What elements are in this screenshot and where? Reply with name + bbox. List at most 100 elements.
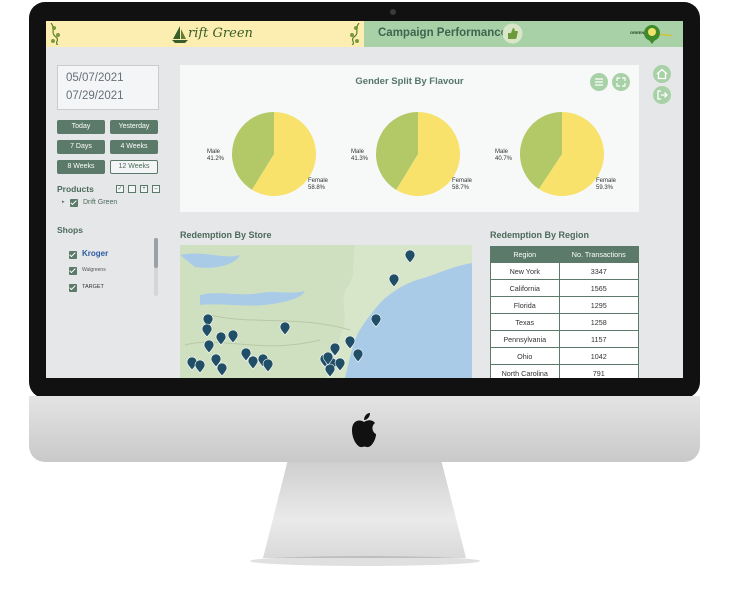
- store-pin[interactable]: [404, 249, 416, 264]
- transactions-cell: 1042: [558, 347, 639, 365]
- expand-button[interactable]: +: [140, 185, 148, 193]
- menu-button[interactable]: [590, 73, 608, 91]
- menu-icon: [595, 78, 603, 86]
- shops-scroll-thumb[interactable]: [154, 238, 158, 268]
- store-pin[interactable]: [203, 339, 215, 354]
- female-data-label: Female 58.7%: [452, 178, 473, 191]
- map-title: Redemption By Store: [180, 230, 272, 240]
- region-cell: Florida: [490, 296, 560, 314]
- male-data-label: Male 41.2%: [207, 149, 225, 162]
- region-cell: California: [490, 279, 560, 297]
- store-pin[interactable]: [227, 329, 239, 344]
- tree-expand-icon[interactable]: ▸: [62, 199, 65, 205]
- date-range-picker[interactable]: 05/07/2021 07/29/2021: [57, 65, 159, 110]
- store-pin[interactable]: [262, 358, 274, 373]
- chart-title: Gender Split By Flavour: [355, 76, 464, 87]
- product-checkbox[interactable]: [70, 199, 78, 207]
- store-pin[interactable]: [247, 355, 259, 370]
- fullscreen-icon: [616, 77, 626, 87]
- store-pin[interactable]: [279, 321, 291, 336]
- region-cell: Texas: [490, 313, 560, 331]
- table-row: North Carolina 791: [490, 364, 639, 378]
- column-header-region[interactable]: Region: [490, 246, 560, 263]
- store-pin[interactable]: [370, 313, 382, 328]
- title-bar: Campaign Performance GREEN: [364, 21, 683, 47]
- table-row: Florida 1295: [490, 296, 639, 314]
- region-cell: New York: [490, 262, 560, 280]
- product-item-label: Drift Green: [83, 199, 118, 206]
- store-pins: [186, 249, 416, 378]
- home-button[interactable]: [653, 65, 671, 83]
- target-logo: TARGET: [82, 284, 104, 290]
- yesterday-button[interactable]: Yesterday: [110, 120, 158, 134]
- transactions-cell: 1157: [558, 330, 639, 348]
- region-cell: North Carolina: [490, 364, 560, 378]
- 8-weeks-button[interactable]: 8 Weeks: [57, 160, 105, 174]
- 4-weeks-button[interactable]: 4 Weeks: [110, 140, 158, 154]
- male-data-label: Male 41.3%: [351, 149, 369, 162]
- logout-button[interactable]: [653, 86, 671, 104]
- store-pin[interactable]: [216, 362, 228, 377]
- store-pin[interactable]: [194, 359, 206, 374]
- female-data-label: Female 58.8%: [308, 178, 329, 191]
- select-all-checkbox[interactable]: ✓: [116, 185, 124, 193]
- logo-text: GREEN: [630, 30, 645, 35]
- apple-logo-icon: [352, 413, 376, 448]
- female-data-label: Female 59.3%: [596, 178, 617, 191]
- kroger-logo: Kroger: [82, 249, 109, 258]
- transactions-cell: 1295: [558, 296, 639, 314]
- vine-icon: [50, 23, 60, 45]
- shops-label: Shops: [57, 225, 83, 235]
- logout-icon: [657, 90, 668, 100]
- table-title: Redemption By Region: [490, 230, 590, 240]
- table-row: California 1565: [490, 279, 639, 297]
- today-button[interactable]: Today: [57, 120, 105, 134]
- transactions-cell: 791: [558, 364, 639, 378]
- table-row: Pennsylvania 1157: [490, 330, 639, 348]
- collapse-button[interactable]: –: [152, 185, 160, 193]
- store-pin[interactable]: [352, 348, 364, 363]
- sailboat-icon: [172, 26, 188, 43]
- shop-checkbox-target[interactable]: [69, 284, 77, 292]
- walgreens-logo: Walgreens: [82, 267, 106, 273]
- store-pin[interactable]: [201, 323, 213, 338]
- dashboard-screen: rift Green Campaign Performance GREEN 05…: [46, 21, 683, 378]
- region-cell: Pennsylvania: [490, 330, 560, 348]
- table-header-row: Region No. Transactions: [490, 246, 639, 263]
- store-pin[interactable]: [388, 273, 400, 288]
- table-row: Texas 1258: [490, 313, 639, 331]
- region-table: Region No. Transactions New York 3347 Cal…: [490, 246, 639, 378]
- page-title: Campaign Performance: [378, 27, 508, 39]
- header: rift Green Campaign Performance GREEN: [46, 21, 683, 47]
- vine-icon: [350, 23, 360, 45]
- transactions-cell: 1258: [558, 313, 639, 331]
- brand-bar: rift Green: [46, 21, 364, 47]
- products-label: Products: [57, 184, 94, 194]
- start-date: 05/07/2021: [66, 72, 124, 84]
- shop-checkbox-walgreens[interactable]: [69, 267, 77, 275]
- select-none-checkbox[interactable]: [128, 185, 136, 193]
- store-pin[interactable]: [334, 357, 346, 372]
- 12-weeks-button[interactable]: 12 Weeks: [110, 160, 158, 174]
- store-pin[interactable]: [215, 331, 227, 346]
- store-pin[interactable]: [344, 335, 356, 350]
- region-cell: Ohio: [490, 347, 560, 365]
- fullscreen-button[interactable]: [612, 73, 630, 91]
- brand-name: rift Green: [188, 26, 253, 41]
- thumbs-up-icon: [502, 23, 523, 44]
- transactions-cell: 3347: [558, 262, 639, 280]
- stand-shadow: [250, 556, 480, 566]
- transactions-cell: 1565: [558, 279, 639, 297]
- shop-checkbox-kroger[interactable]: [69, 251, 77, 259]
- column-header-transactions[interactable]: No. Transactions: [558, 246, 639, 263]
- male-data-label: Male 40.7%: [495, 149, 513, 162]
- store-pin[interactable]: [324, 363, 336, 378]
- camera: [390, 9, 396, 15]
- end-date: 07/29/2021: [66, 90, 124, 102]
- table-row: New York 3347: [490, 262, 639, 280]
- gender-split-card: Gender Split By Flavour Male 41.2% Female 5…: [180, 65, 639, 212]
- home-icon: [656, 68, 668, 80]
- redemption-map[interactable]: [180, 245, 472, 378]
- table-row: Ohio 1042: [490, 347, 639, 365]
- 7-days-button[interactable]: 7 Days: [57, 140, 105, 154]
